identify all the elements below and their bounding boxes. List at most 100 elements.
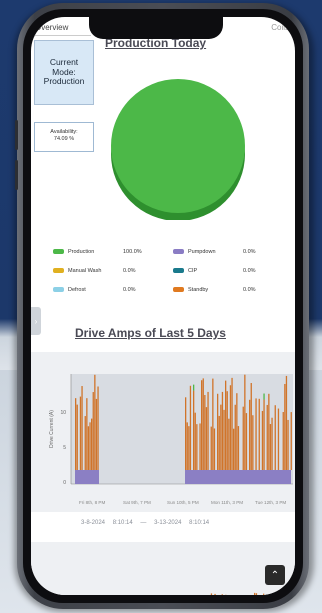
amps-bar: [196, 424, 198, 470]
amps-bar: [91, 418, 93, 470]
amps-bar: [97, 386, 99, 470]
amps-bar: [204, 394, 206, 470]
tab-overview[interactable]: Overview: [35, 23, 68, 32]
y-tick-label: 0: [63, 480, 66, 486]
amps-bar: [218, 415, 220, 470]
amps-bar: [287, 419, 289, 470]
amps-bar: [282, 412, 284, 470]
phone-frame: Overview Coils Current Mode: Production …: [17, 3, 309, 609]
drive-amps-svg: Drive Current (A) 0 5 10 Fri 8th, 8 PM Sat 9t…: [49, 374, 293, 505]
amps-bar: [81, 386, 83, 470]
amps-bar: [268, 393, 270, 470]
amps-bar: [212, 378, 214, 470]
preview-bar: [277, 592, 279, 595]
next-chart-preview: [31, 542, 295, 595]
preview-bar: [254, 592, 256, 595]
amps-bar: [269, 424, 272, 470]
amps-bar: [87, 426, 90, 470]
amps-bar: [75, 398, 77, 470]
side-scroll-tab[interactable]: ›: [31, 307, 41, 335]
legend-item: Manual Wash: [53, 268, 101, 274]
phone-bezel: Overview Coils Current Mode: Production …: [23, 9, 303, 603]
availability-label: Availability:: [50, 129, 78, 135]
amps-bar: [217, 393, 219, 470]
amps-bar: [266, 404, 268, 470]
legend-label: Manual Wash: [68, 268, 102, 274]
y-tick-label: 5: [63, 445, 66, 451]
amps-bar: [263, 399, 265, 470]
amps-bar: [188, 426, 190, 470]
legend-swatch: [53, 249, 64, 255]
amps-bar: [228, 418, 230, 470]
amps-bar: [94, 374, 96, 470]
production-pie-chart: [111, 79, 245, 220]
tab-active-indicator: [31, 35, 91, 36]
amps-bar: [226, 391, 228, 470]
amps-bar: [194, 412, 196, 470]
legend-value: 100.0%: [123, 249, 142, 255]
amps-bar: [255, 398, 257, 470]
preview-bar: [210, 593, 213, 595]
drive-amps-chart: Drive Current (A) 0 5 10 Fri 8th, 8 PM Sat 9t…: [31, 352, 295, 512]
date-separator: —: [140, 520, 147, 526]
legend-label: Defrost: [68, 287, 86, 293]
x-tick-label: Tue 12th, 3 PM: [255, 500, 286, 505]
legend-swatch: [173, 249, 184, 255]
legend-value: 0.0%: [123, 268, 136, 274]
pie-slice-production: [111, 79, 245, 213]
phone-volume-button: [15, 120, 18, 150]
amps-bar: [193, 390, 195, 470]
baseline-band: [75, 470, 99, 484]
preview-bar: [263, 593, 265, 595]
legend-item: Defrost: [53, 287, 86, 293]
amps-bar: [84, 416, 86, 470]
preview-bar: [221, 594, 223, 595]
amps-bar: [237, 426, 240, 470]
date-start: 3-8-2024: [81, 520, 106, 526]
amps-bar: [92, 392, 94, 470]
tab-coils[interactable]: Coils: [271, 23, 289, 32]
amps-bar: [231, 377, 233, 470]
amps-bar: [86, 398, 88, 470]
chevron-up-icon: ⌃: [270, 569, 280, 581]
scroll-top-button[interactable]: ⌃: [265, 565, 285, 585]
x-tick-label: Mon 11th, 3 PM: [211, 500, 243, 505]
legend-label: Production: [68, 249, 95, 255]
x-tick-label: Sun 10th, 5 PM: [167, 500, 199, 505]
amps-bar-accent: [193, 384, 195, 391]
amps-bar: [210, 426, 212, 470]
preview-bar: [214, 593, 216, 595]
amps-bar: [234, 404, 236, 470]
amps-bar: [213, 428, 216, 470]
amps-bar: [261, 410, 264, 470]
legend-item: Standby: [173, 287, 208, 293]
baseline-band: [185, 470, 291, 484]
date-range-row: 3-8-2024 8:10:14 — 3-13-2024 8:10:14: [81, 520, 215, 526]
amps-bar: [202, 378, 204, 470]
amps-bar: [245, 413, 248, 470]
legend-swatch: [173, 268, 184, 274]
amps-bar: [199, 423, 201, 470]
availability-box: Availability: 74.09 %: [34, 122, 94, 152]
legend-value: 0.0%: [243, 249, 256, 255]
amps-bar-accent: [263, 393, 265, 400]
time-end: 8:10:14: [189, 520, 210, 526]
amps-bar: [285, 375, 288, 470]
amps-bar: [236, 393, 238, 470]
legend-label: CIP: [188, 268, 198, 274]
amps-bar: [274, 405, 276, 470]
legend-item: Production: [53, 249, 94, 255]
amps-bar: [205, 407, 208, 470]
amps-bar: [221, 391, 224, 470]
next-chart-svg: [210, 592, 279, 595]
amps-bar: [277, 408, 280, 470]
legend-value: 0.0%: [243, 268, 256, 274]
amps-bar: [258, 398, 260, 470]
legend-value: 0.0%: [123, 287, 136, 293]
legend-swatch: [53, 268, 64, 274]
legend-label: Standby: [188, 287, 209, 293]
date-end: 3-13-2024: [154, 520, 182, 526]
drive-amps-title: Drive Amps of Last 5 Days: [75, 326, 226, 340]
amps-bar: [250, 383, 252, 470]
preview-bar: [255, 593, 258, 595]
